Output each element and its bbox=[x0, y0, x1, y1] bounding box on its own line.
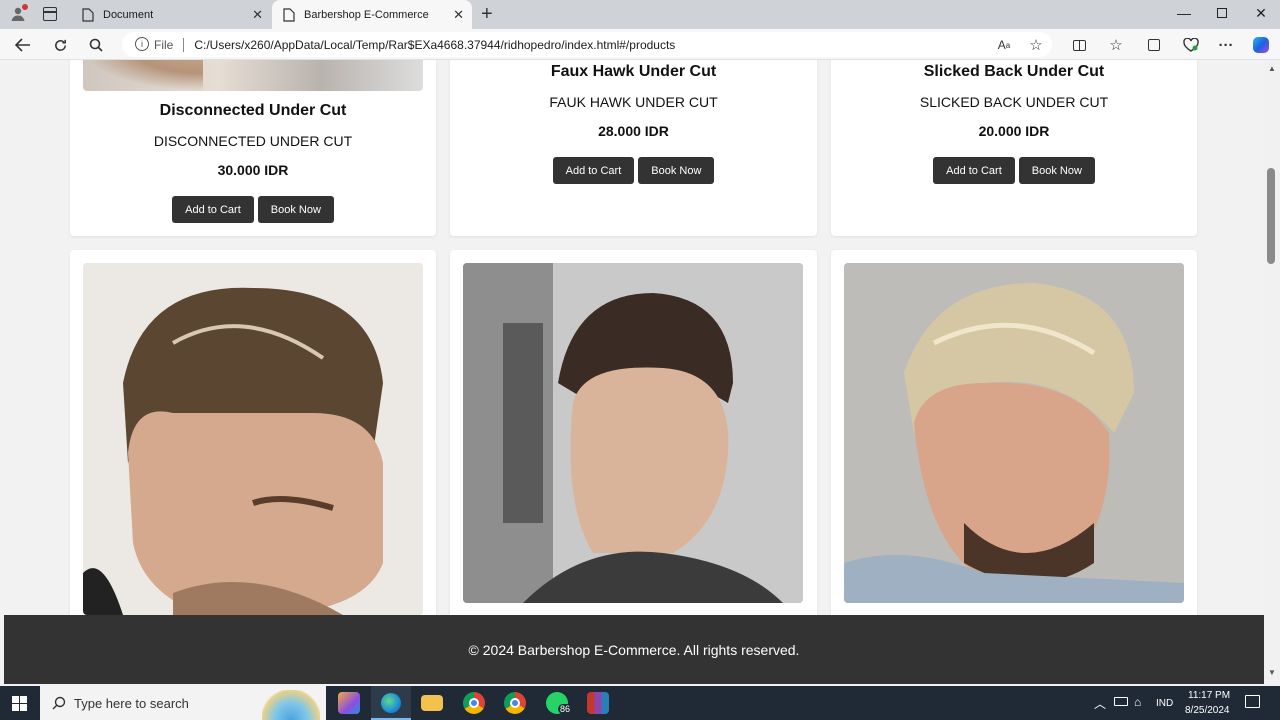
close-tab-icon[interactable]: ✕ bbox=[252, 7, 263, 23]
product-actions: Add to Cart Book Now bbox=[70, 196, 436, 223]
search-icon[interactable] bbox=[85, 34, 107, 56]
add-to-cart-button[interactable]: Add to Cart bbox=[933, 157, 1015, 184]
favorite-star-icon[interactable]: ☆ bbox=[1025, 34, 1047, 56]
close-tab-icon[interactable]: ✕ bbox=[453, 7, 464, 23]
minimize-icon[interactable]: — bbox=[1174, 5, 1194, 21]
footer-copyright: © 2024 Barbershop E-Commerce. All rights… bbox=[468, 641, 800, 658]
edge-taskbar-icon[interactable] bbox=[371, 686, 411, 720]
product-subtitle: FAUK HAWK UNDER CUT bbox=[549, 94, 718, 110]
tab-document[interactable]: Document ✕ bbox=[71, 0, 271, 29]
product-card: Faux Hawk Under Cut FAUK HAWK UNDER CUT … bbox=[450, 60, 817, 236]
show-hidden-icons-icon[interactable]: ︿ bbox=[1094, 695, 1106, 712]
product-price: 30.000 IDR bbox=[217, 162, 289, 178]
product-card bbox=[450, 250, 817, 630]
book-now-button[interactable]: Book Now bbox=[638, 157, 715, 184]
collections-icon[interactable] bbox=[1143, 34, 1165, 56]
product-image[interactable] bbox=[844, 263, 1184, 603]
read-aloud-icon[interactable]: Aa bbox=[993, 34, 1015, 56]
tab-barbershop[interactable]: Barbershop E-Commerce ✕ bbox=[272, 0, 472, 29]
tab-label: Barbershop E-Commerce bbox=[304, 8, 429, 21]
browser-essentials-icon[interactable] bbox=[1180, 34, 1202, 56]
favorites-icon[interactable]: ☆ bbox=[1105, 34, 1127, 56]
page-footer: © 2024 Barbershop E-Commerce. All rights… bbox=[4, 615, 1264, 684]
product-title: Faux Hawk Under Cut bbox=[550, 63, 717, 80]
product-image[interactable] bbox=[83, 263, 423, 615]
info-icon[interactable]: i bbox=[135, 37, 149, 51]
chrome-icon[interactable] bbox=[463, 692, 485, 714]
file-explorer-icon[interactable] bbox=[421, 695, 443, 711]
windows-start-icon[interactable] bbox=[12, 696, 27, 711]
url-text[interactable]: C:/Users/x260/AppData/Local/Temp/Rar$EXa… bbox=[194, 38, 675, 52]
url-field[interactable]: i File C:/Users/x260/AppData/Local/Temp/… bbox=[122, 32, 1052, 57]
close-window-icon[interactable]: ✕ bbox=[1251, 5, 1271, 22]
url-separator bbox=[183, 37, 185, 52]
page-icon bbox=[81, 7, 95, 22]
add-to-cart-button[interactable]: Add to Cart bbox=[172, 196, 254, 223]
book-now-button[interactable]: Book Now bbox=[257, 196, 334, 223]
whatsapp-badge: 86 bbox=[558, 704, 573, 714]
language-indicator[interactable]: IND bbox=[1156, 698, 1173, 709]
book-now-button[interactable]: Book Now bbox=[1018, 157, 1095, 184]
product-price: 20.000 IDR bbox=[978, 123, 1050, 139]
taskbar-search-field[interactable]: Type here to search bbox=[40, 686, 326, 720]
split-screen-icon[interactable] bbox=[1068, 34, 1090, 56]
scrollbar-thumb[interactable] bbox=[1267, 168, 1275, 264]
product-actions: Add to Cart Book Now bbox=[450, 157, 817, 184]
windows-taskbar: Type here to search 86 ︿ ⌂ IND 11:17 PM … bbox=[0, 686, 1280, 720]
product-image[interactable] bbox=[83, 60, 423, 91]
refresh-icon[interactable] bbox=[49, 34, 71, 56]
product-title: Slicked Back Under Cut bbox=[923, 63, 1105, 80]
scroll-up-arrow[interactable]: ▲ bbox=[1268, 64, 1276, 73]
browser-tab-bar: Document ✕ Barbershop E-Commerce ✕ + — ✕ bbox=[0, 0, 1280, 29]
new-tab-button[interactable]: + bbox=[481, 3, 493, 26]
product-subtitle: SLICKED BACK UNDER CUT bbox=[919, 94, 1109, 110]
copilot-taskbar-icon[interactable] bbox=[338, 692, 360, 714]
tab-actions-icon[interactable] bbox=[43, 7, 57, 21]
file-scheme-label: File bbox=[154, 37, 174, 52]
search-placeholder: Type here to search bbox=[74, 695, 189, 711]
more-options-icon[interactable]: ··· bbox=[1215, 34, 1237, 56]
profile-icon[interactable] bbox=[10, 4, 28, 22]
whatsapp-icon[interactable]: 86 bbox=[546, 692, 573, 714]
product-price: 28.000 IDR bbox=[598, 123, 669, 139]
search-icon bbox=[52, 696, 66, 710]
page-scrollbar[interactable]: ▲ ▼ bbox=[1264, 60, 1280, 684]
back-icon[interactable] bbox=[12, 34, 34, 56]
page-icon bbox=[282, 7, 296, 22]
battery-icon[interactable] bbox=[1114, 697, 1128, 706]
product-card bbox=[831, 250, 1197, 630]
copilot-icon[interactable] bbox=[1250, 34, 1272, 56]
product-actions: Add to Cart Book Now bbox=[831, 157, 1197, 184]
page-viewport: Disconnected Under Cut DISCONNECTED UNDE… bbox=[0, 60, 1264, 684]
product-title: Disconnected Under Cut bbox=[159, 102, 347, 119]
address-bar-row: i File C:/Users/x260/AppData/Local/Temp/… bbox=[0, 29, 1280, 60]
maximize-icon[interactable] bbox=[1212, 5, 1232, 21]
add-to-cart-button[interactable]: Add to Cart bbox=[552, 157, 635, 184]
product-image[interactable] bbox=[463, 263, 803, 603]
product-subtitle: DISCONNECTED UNDER CUT bbox=[153, 133, 353, 149]
product-card bbox=[70, 250, 436, 630]
clock-date[interactable]: 8/25/2024 bbox=[1185, 705, 1230, 716]
tab-label: Document bbox=[103, 8, 154, 21]
notification-icon[interactable] bbox=[1245, 695, 1260, 708]
network-icon[interactable]: ⌂ bbox=[1134, 695, 1141, 709]
product-card: Disconnected Under Cut DISCONNECTED UNDE… bbox=[70, 60, 436, 236]
scroll-down-arrow[interactable]: ▼ bbox=[1268, 668, 1276, 677]
chrome-profile-icon[interactable] bbox=[504, 692, 526, 714]
search-highlight-icon bbox=[262, 690, 320, 720]
clock-time[interactable]: 11:17 PM bbox=[1188, 690, 1230, 701]
winrar-icon[interactable] bbox=[587, 692, 609, 714]
product-card: Slicked Back Under Cut SLICKED BACK UNDE… bbox=[831, 60, 1197, 236]
